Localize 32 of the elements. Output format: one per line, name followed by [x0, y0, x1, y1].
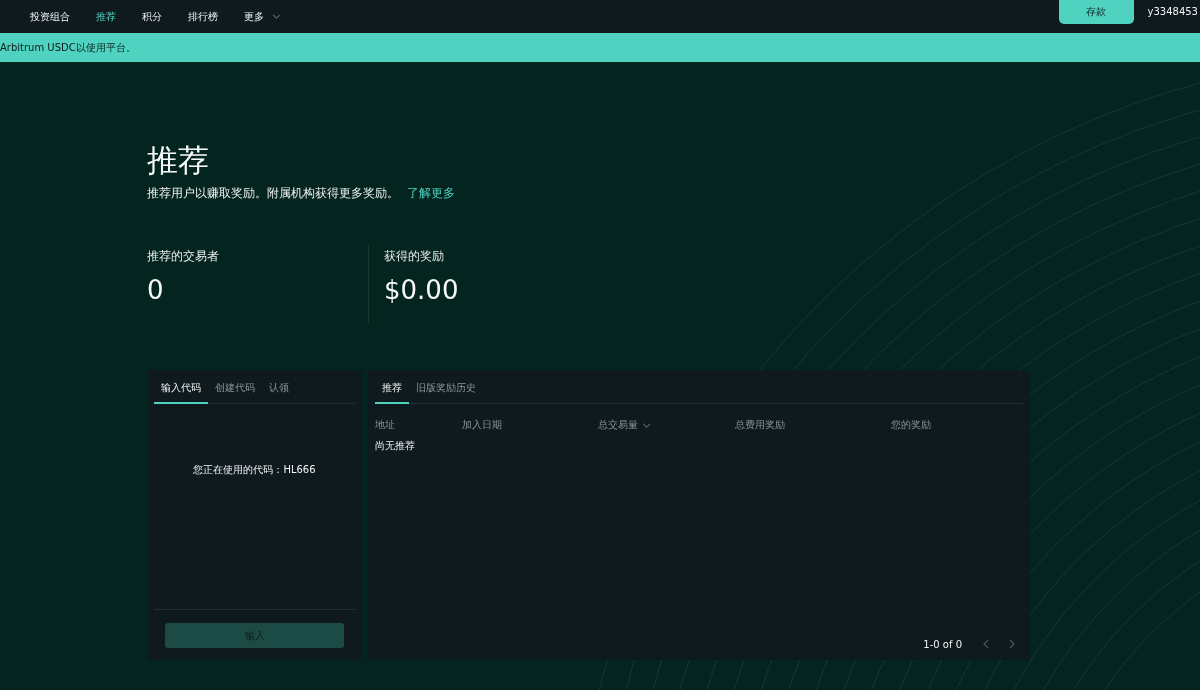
chevron-down-icon [642, 422, 651, 428]
sortable-column-header[interactable]: 总交易量 [598, 418, 651, 432]
code-tab[interactable]: 创建代码 [208, 381, 262, 404]
account-address[interactable]: y3348453 [1147, 0, 1198, 24]
nav-link[interactable]: 排行榜 [188, 9, 218, 24]
column-header: 加入日期 [462, 418, 502, 432]
column-header: 您的奖励 [891, 418, 931, 432]
pagination-range: 1-0 of 0 [923, 638, 962, 650]
referrals-tab[interactable]: 推荐 [375, 381, 409, 404]
page-title: 推荐 [147, 142, 209, 178]
page-subtitle: 推荐用户以赚取奖励。附属机构获得更多奖励。 [147, 185, 399, 202]
code-tab[interactable]: 输入代码 [154, 381, 208, 404]
stat-value: $0.00 [384, 275, 459, 305]
code-tab[interactable]: 认领 [262, 381, 296, 404]
stat-label: 推荐的交易者 [147, 248, 219, 265]
stat-label: 获得的奖励 [384, 248, 444, 265]
nav-link[interactable]: 投资组合 [30, 9, 70, 24]
referrals-tab[interactable]: 旧版奖励历史 [409, 381, 483, 404]
stat-value: 0 [147, 275, 164, 305]
nav-link[interactable]: 推荐 [96, 9, 116, 24]
chevron-left-icon [983, 639, 989, 649]
column-header: 地址 [375, 418, 395, 432]
chevron-right-icon [1009, 639, 1015, 649]
banner-text: Arbitrum USDC以使用平台。 [0, 40, 136, 55]
nav-link[interactable]: 积分 [142, 9, 162, 24]
chevron-down-icon [272, 14, 281, 19]
nav-link[interactable]: 更多 [244, 9, 281, 24]
column-header: 总费用奖励 [735, 418, 785, 432]
learn-more-link[interactable]: 了解更多 [407, 185, 455, 202]
empty-state-text: 尚无推荐 [375, 440, 415, 451]
current-code-text: 您正在使用的代码：HL666 [193, 463, 316, 477]
deposit-button[interactable]: 存款 [1058, 0, 1134, 24]
